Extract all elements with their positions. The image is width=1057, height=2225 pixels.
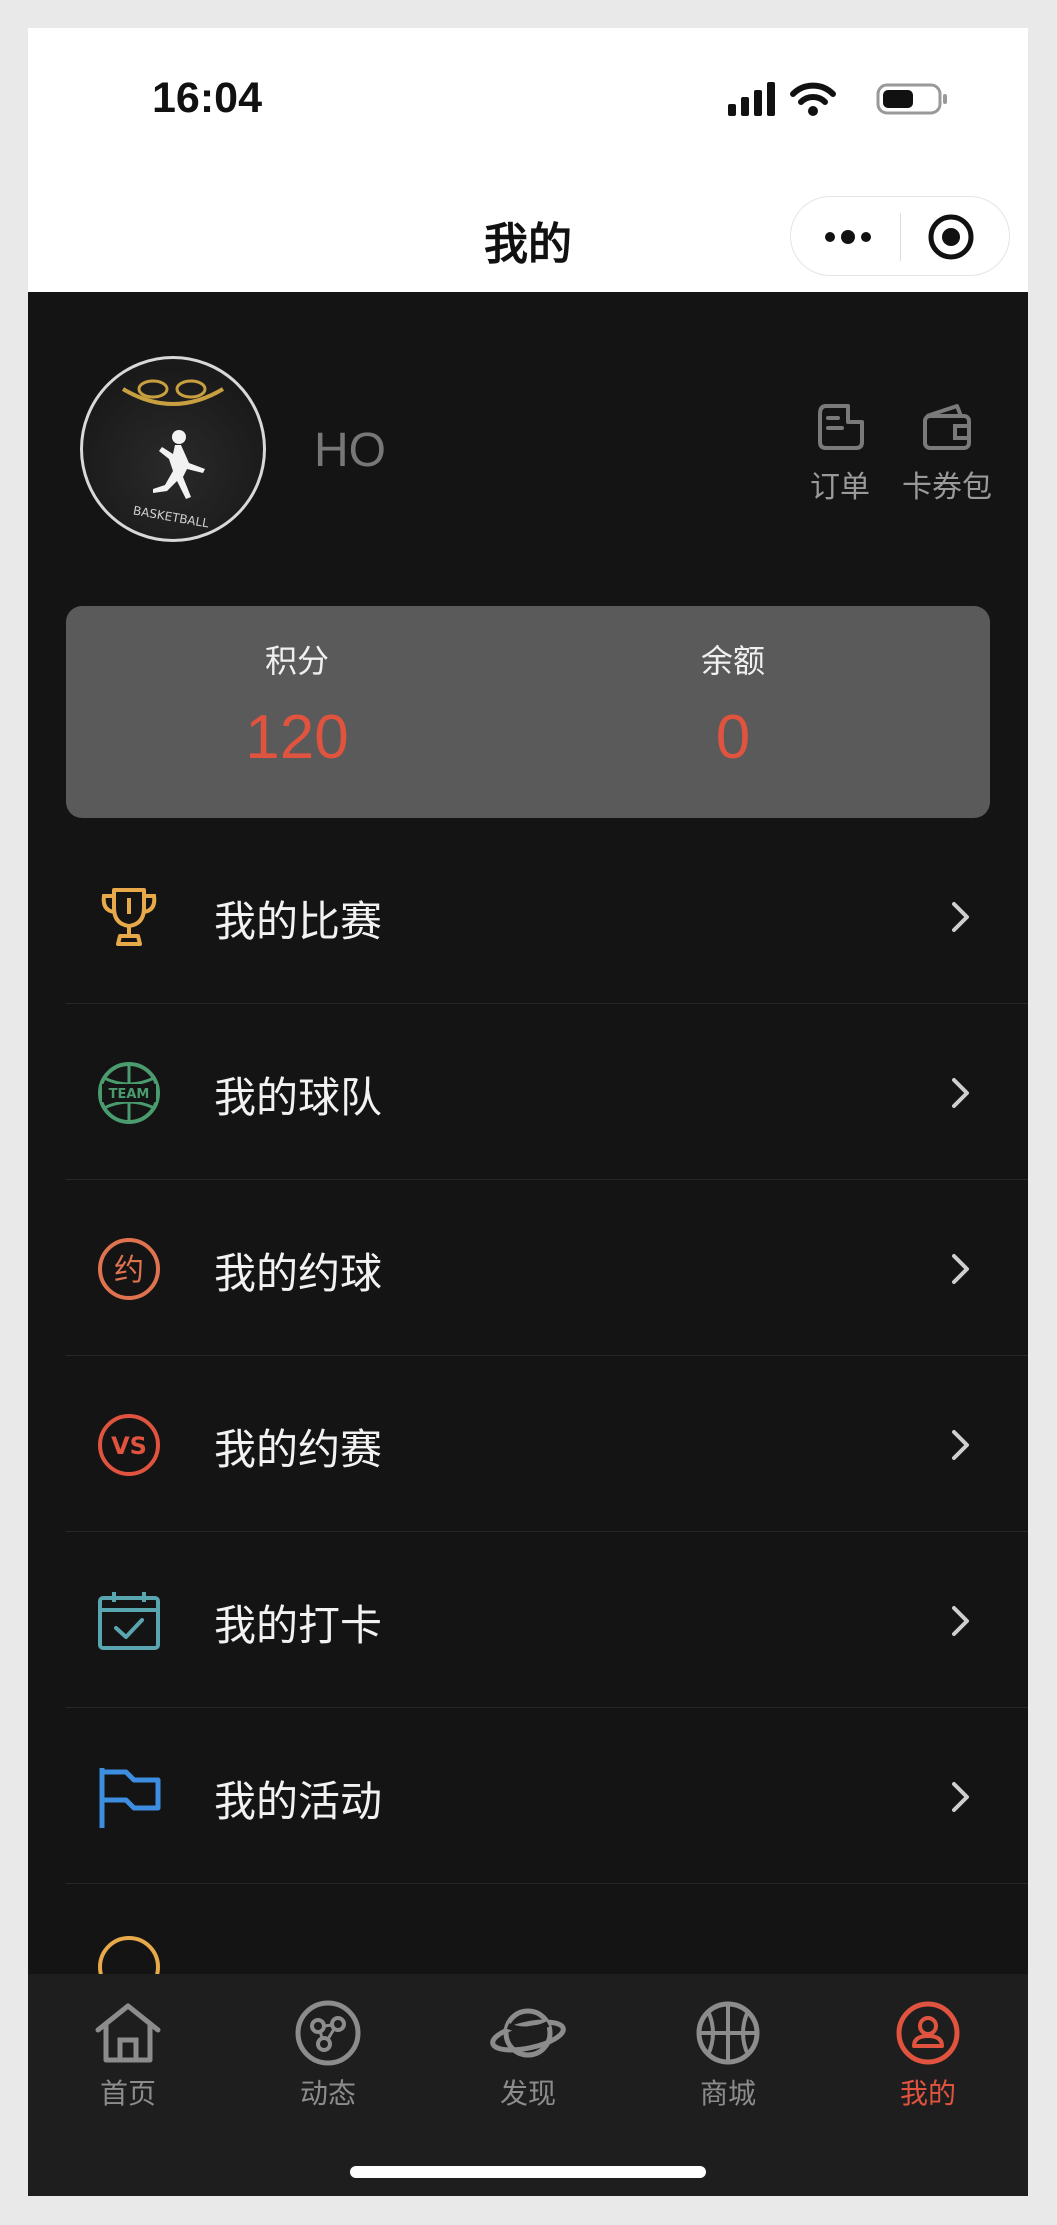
vs-icon-text: VS	[111, 1432, 147, 1460]
team-icon-text: TEAM	[109, 1087, 150, 1102]
orders-link[interactable]: 订单	[790, 398, 890, 506]
user-icon	[896, 2001, 960, 2065]
menu-item-my-checkins[interactable]: 我的打卡	[28, 1532, 1028, 1708]
avatar-image: BASKETBALL	[121, 379, 225, 531]
chevron-right-icon	[952, 902, 969, 932]
planet-icon	[490, 2008, 566, 2058]
status-time: 16:04	[152, 74, 262, 122]
tab-bar: 首页 动态 发现 商城 我的	[28, 1974, 1028, 2196]
vs-badge-icon: VS	[98, 1414, 160, 1476]
balance-value: 0	[715, 703, 751, 772]
account-summary-card: 积分 120 余额 0	[66, 606, 990, 818]
order-icon	[818, 404, 864, 450]
tab-discover[interactable]: 发现	[428, 2000, 628, 2112]
points-value: 120	[245, 703, 349, 772]
chevron-right-icon	[952, 1254, 969, 1284]
tab-label: 首页	[99, 2077, 156, 2110]
menu-label: 我的约球	[214, 1249, 383, 1298]
cellular-signal-icon	[728, 82, 775, 116]
tab-label: 商城	[699, 2077, 756, 2110]
capsule-divider	[900, 213, 901, 261]
more-icon[interactable]	[823, 219, 873, 255]
menu-label: 我的约赛	[214, 1425, 383, 1474]
tab-mall[interactable]: 商城	[628, 2000, 828, 2112]
wallet-label: 卡券包	[902, 470, 992, 505]
calendar-check-icon	[98, 1592, 160, 1650]
basketball-icon	[696, 2001, 760, 2065]
tab-label: 动态	[299, 2077, 356, 2110]
yue-icon-text: 约	[114, 1253, 144, 1288]
top-bar: 16:04 我的	[28, 28, 1028, 292]
username: HO	[314, 424, 386, 477]
chevron-right-icon	[952, 1430, 969, 1460]
team-ball-icon: TEAM	[98, 1062, 160, 1124]
menu-item-my-pickup-games[interactable]: 约 我的约球	[28, 1180, 1028, 1356]
home-indicator	[350, 2166, 706, 2178]
menu-item-my-activities[interactable]: 我的活动	[28, 1708, 1028, 1884]
chevron-right-icon	[952, 1782, 969, 1812]
tab-feed[interactable]: 动态	[228, 2000, 428, 2112]
share-icon	[295, 2000, 361, 2066]
menu-item-my-challenges[interactable]: VS 我的约赛	[28, 1356, 1028, 1532]
wallet-icon	[923, 404, 971, 450]
phone-screen: 16:04 我的 BASKETBALL HO 订单 卡券包 积分 120 余额 …	[28, 28, 1028, 2196]
tab-label: 发现	[499, 2077, 556, 2110]
points-stat[interactable]: 积分 120	[66, 606, 528, 818]
menu-label: 我的打卡	[214, 1601, 383, 1650]
orders-label: 订单	[810, 470, 870, 505]
menu-list: 我的比赛 TEAM 我的球队 约 我的约球 VS 我的约赛 我的打卡 我的活动	[28, 828, 1028, 2060]
avatar[interactable]: BASKETBALL	[80, 356, 266, 542]
menu-label: 我的活动	[214, 1777, 383, 1826]
balance-stat[interactable]: 余额 0	[502, 606, 964, 818]
wallet-link[interactable]: 卡券包	[892, 398, 1002, 506]
tab-label: 我的	[899, 2077, 956, 2110]
tab-home[interactable]: 首页	[28, 2000, 228, 2112]
yue-badge-icon: 约	[98, 1238, 160, 1300]
menu-label: 我的比赛	[214, 897, 383, 946]
flag-icon	[99, 1768, 161, 1828]
avatar-caption: BASKETBALL	[132, 503, 210, 530]
balance-label: 余额	[700, 642, 765, 680]
menu-label: 我的球队	[214, 1073, 383, 1122]
chevron-right-icon	[952, 1606, 969, 1636]
points-label: 积分	[264, 642, 329, 680]
chevron-right-icon	[952, 1078, 969, 1108]
battery-icon	[876, 83, 947, 115]
trophy-icon	[101, 888, 157, 946]
miniprogram-capsule	[790, 196, 1010, 276]
menu-item-my-matches[interactable]: 我的比赛	[28, 828, 1028, 1004]
close-miniprogram-icon[interactable]	[927, 213, 975, 261]
tab-me[interactable]: 我的	[828, 2000, 1028, 2112]
home-icon	[95, 2003, 161, 2063]
wifi-icon	[790, 82, 836, 116]
menu-item-my-teams[interactable]: TEAM 我的球队	[28, 1004, 1028, 1180]
